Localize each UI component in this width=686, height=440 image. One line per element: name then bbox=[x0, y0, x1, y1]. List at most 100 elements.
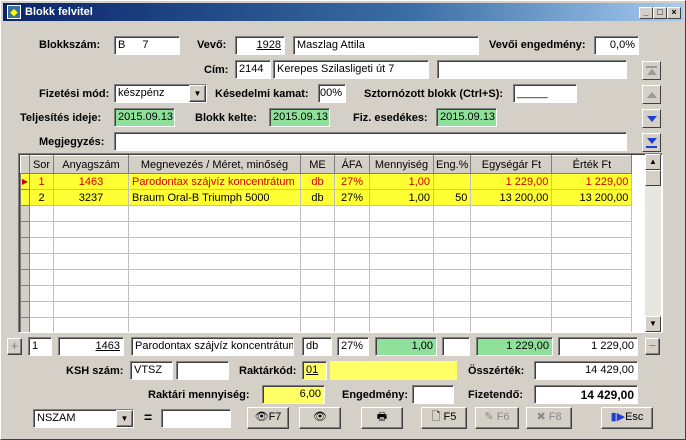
cell-anyagszam[interactable]: 3237 bbox=[53, 189, 129, 206]
empty-cell[interactable] bbox=[53, 253, 129, 270]
search-field-select[interactable]: NSZAM ▼ bbox=[33, 409, 134, 428]
cell-me[interactable]: db bbox=[300, 189, 335, 206]
table-row[interactable] bbox=[20, 285, 633, 302]
empty-cell[interactable] bbox=[300, 205, 335, 222]
table-row[interactable] bbox=[20, 301, 633, 318]
empty-cell[interactable] bbox=[470, 269, 553, 286]
minimize-button[interactable]: _ bbox=[639, 7, 653, 19]
empty-cell[interactable] bbox=[369, 317, 434, 332]
empty-cell[interactable] bbox=[369, 205, 434, 222]
edit-anyagszam-field[interactable]: 1463 bbox=[58, 337, 124, 356]
empty-cell[interactable] bbox=[551, 221, 633, 238]
kesedelmi-kamat-field[interactable]: 00% bbox=[318, 84, 346, 103]
teljesites-ideje-field[interactable]: 2015.09.13 bbox=[114, 108, 175, 127]
empty-cell[interactable] bbox=[470, 237, 553, 254]
chevron-down-icon[interactable]: ▼ bbox=[116, 410, 133, 427]
empty-cell[interactable] bbox=[128, 301, 301, 318]
edit-me-field[interactable]: db bbox=[302, 337, 332, 356]
col-anyagszam[interactable]: Anyagszám bbox=[53, 155, 129, 174]
last-record-button[interactable] bbox=[642, 133, 661, 152]
empty-cell[interactable] bbox=[334, 205, 370, 222]
empty-cell[interactable] bbox=[53, 205, 129, 222]
raktarkod-field[interactable]: 01 bbox=[302, 361, 327, 380]
empty-cell[interactable] bbox=[369, 269, 434, 286]
empty-cell[interactable] bbox=[432, 221, 472, 238]
cell-me[interactable]: db bbox=[300, 173, 335, 190]
empty-cell[interactable] bbox=[334, 301, 370, 318]
maximize-button[interactable]: □ bbox=[653, 7, 667, 19]
cell-megnevezes[interactable]: Braum Oral-B Triumph 5000 bbox=[128, 189, 301, 206]
empty-cell[interactable] bbox=[432, 317, 472, 332]
col-me[interactable]: ME bbox=[300, 155, 335, 174]
table-row[interactable] bbox=[20, 269, 633, 286]
empty-cell[interactable] bbox=[334, 253, 370, 270]
empty-cell[interactable] bbox=[369, 253, 434, 270]
cell-megnevezes[interactable]: Parodontax szájvíz koncentrátum bbox=[128, 173, 301, 190]
empty-cell[interactable] bbox=[128, 317, 301, 332]
vevo-code-field[interactable]: 1928 bbox=[235, 36, 285, 55]
remove-row-button[interactable]: − bbox=[645, 338, 660, 355]
empty-cell[interactable] bbox=[300, 301, 335, 318]
empty-cell[interactable] bbox=[551, 237, 633, 254]
empty-cell[interactable] bbox=[551, 317, 633, 332]
fizetesi-mod-select[interactable]: készpénz ▼ bbox=[114, 84, 207, 103]
empty-cell[interactable] bbox=[432, 301, 472, 318]
empty-cell[interactable] bbox=[128, 205, 301, 222]
edit-egysegar-field[interactable]: 1 229,00 bbox=[476, 337, 553, 356]
edit-eng-field[interactable] bbox=[442, 337, 470, 356]
items-grid[interactable]: Sor Anyagszám Megnevezés / Méret, minősé… bbox=[18, 153, 663, 333]
table-row[interactable] bbox=[20, 221, 633, 238]
col-megnevezes[interactable]: Megnevezés / Méret, minőség bbox=[128, 155, 301, 174]
empty-cell[interactable] bbox=[334, 285, 370, 302]
edit-megnevezes-field[interactable]: Parodontax szájvíz koncentrátum bbox=[131, 337, 294, 356]
print-button[interactable]: 🖶 bbox=[361, 407, 403, 429]
empty-cell[interactable] bbox=[470, 253, 553, 270]
edit-mennyiseg-field[interactable]: 1,00 bbox=[375, 337, 437, 356]
empty-cell[interactable] bbox=[334, 317, 370, 332]
empty-cell[interactable] bbox=[470, 301, 553, 318]
new-f5-button[interactable]: 🗋 F5 bbox=[421, 407, 467, 429]
table-row[interactable] bbox=[20, 317, 633, 332]
empty-cell[interactable] bbox=[369, 221, 434, 238]
empty-cell[interactable] bbox=[29, 301, 54, 318]
table-row[interactable]: ▶ 1 1463 Parodontax szájvíz koncentrátum… bbox=[20, 173, 633, 190]
cell-afa[interactable]: 27% bbox=[334, 173, 370, 190]
empty-cell[interactable] bbox=[432, 237, 472, 254]
empty-cell[interactable] bbox=[128, 237, 301, 254]
empty-cell[interactable] bbox=[551, 253, 633, 270]
empty-cell[interactable] bbox=[369, 301, 434, 318]
empty-cell[interactable] bbox=[300, 317, 335, 332]
col-eng[interactable]: Eng.% bbox=[432, 155, 472, 174]
next-record-button[interactable] bbox=[642, 109, 661, 128]
empty-cell[interactable] bbox=[432, 253, 472, 270]
cell-eng[interactable]: 50 bbox=[432, 189, 472, 206]
cell-ertek[interactable]: 1 229,00 bbox=[551, 173, 633, 190]
empty-cell[interactable] bbox=[29, 237, 54, 254]
cell-sor[interactable]: 2 bbox=[29, 189, 54, 206]
search-input[interactable] bbox=[161, 409, 231, 428]
fiz-esedekes-field[interactable]: 2015.09.13 bbox=[436, 108, 497, 127]
cell-ertek[interactable]: 13 200,00 bbox=[551, 189, 633, 206]
empty-cell[interactable] bbox=[551, 205, 633, 222]
empty-cell[interactable] bbox=[551, 285, 633, 302]
empty-cell[interactable] bbox=[53, 285, 129, 302]
first-record-button[interactable] bbox=[642, 61, 661, 80]
empty-cell[interactable] bbox=[29, 253, 54, 270]
cell-mennyiseg[interactable]: 1,00 bbox=[369, 173, 434, 190]
cell-sor[interactable]: 1 bbox=[29, 173, 54, 190]
empty-cell[interactable] bbox=[551, 301, 633, 318]
close-button[interactable]: × bbox=[667, 7, 681, 19]
cim-extra-field[interactable] bbox=[437, 60, 627, 79]
vevoi-engedmeny-field[interactable]: 0,0% bbox=[594, 36, 639, 55]
scroll-up-icon[interactable]: ▲ bbox=[645, 154, 661, 170]
table-row[interactable] bbox=[20, 205, 633, 222]
blokkszam-field[interactable]: B 7 bbox=[114, 36, 180, 55]
chevron-down-icon[interactable]: ▼ bbox=[189, 85, 206, 102]
search-f7-button[interactable]: 👁F7 bbox=[247, 407, 289, 429]
empty-cell[interactable] bbox=[470, 285, 553, 302]
table-row[interactable] bbox=[20, 253, 633, 270]
empty-cell[interactable] bbox=[300, 269, 335, 286]
empty-cell[interactable] bbox=[470, 221, 553, 238]
ksh-field[interactable]: VTSZ bbox=[130, 361, 173, 380]
empty-cell[interactable] bbox=[29, 317, 54, 332]
